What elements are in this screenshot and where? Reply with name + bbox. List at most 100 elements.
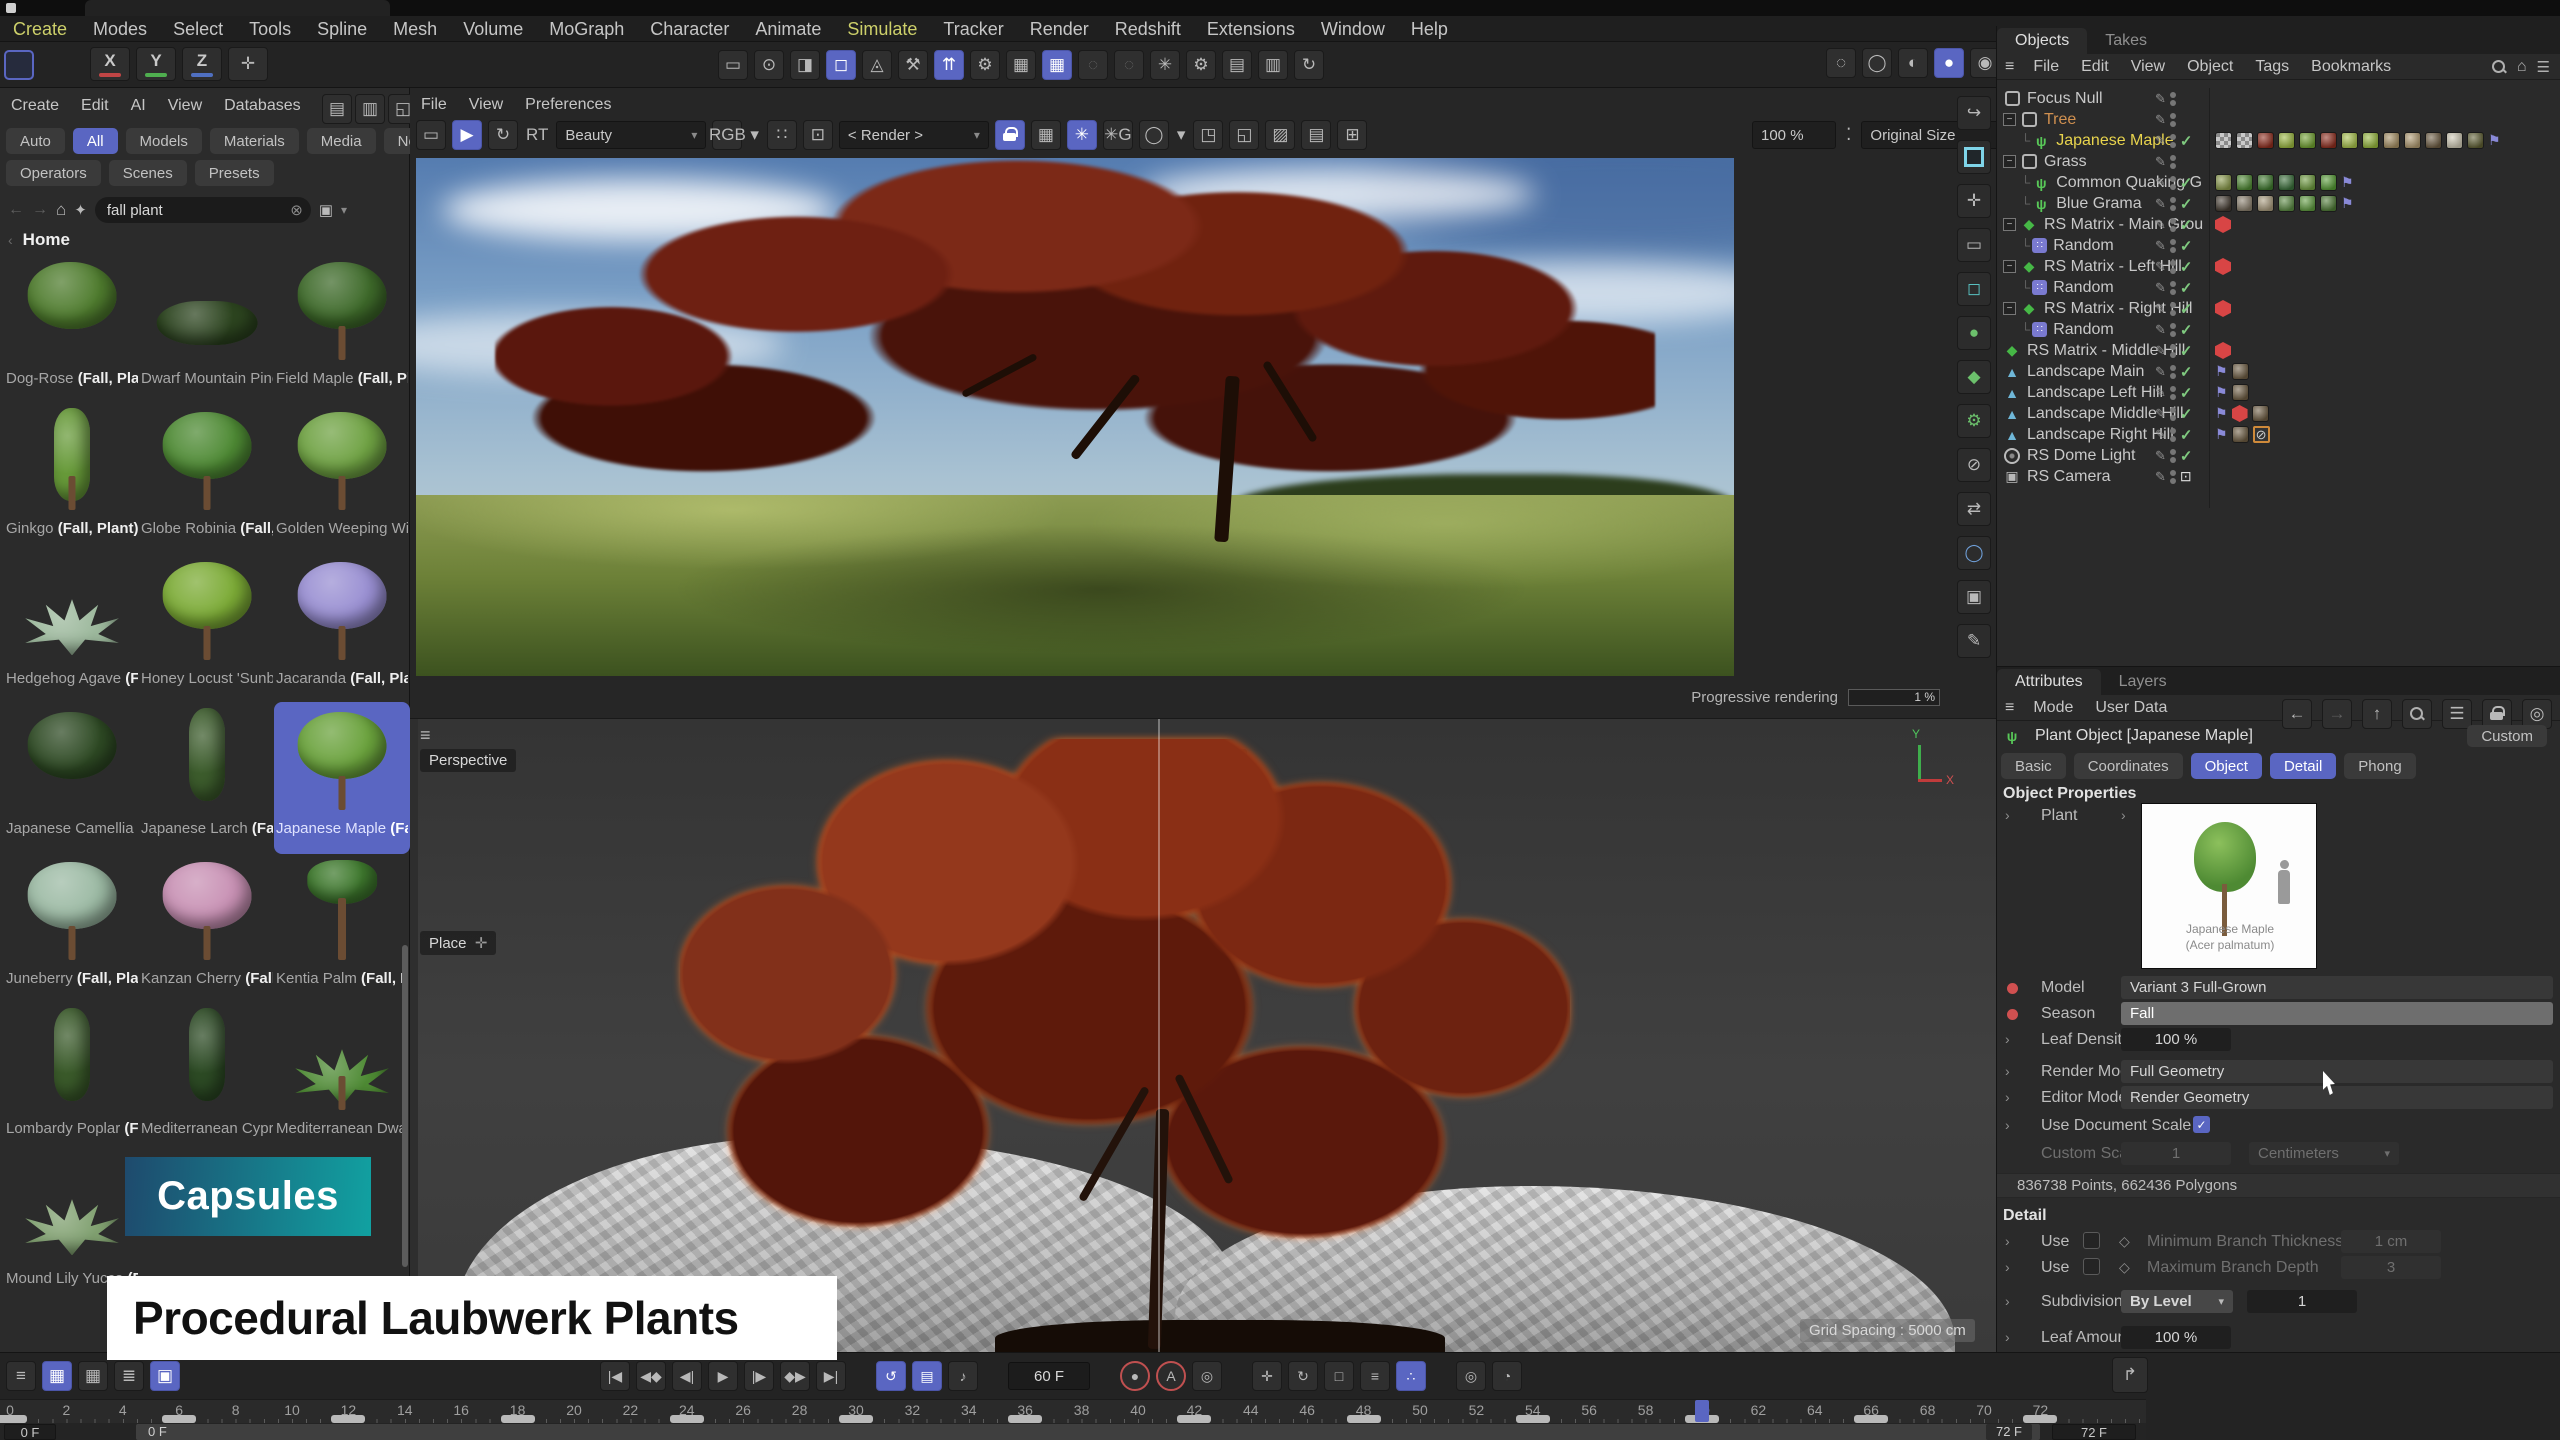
expander-icon[interactable]: − [2003, 155, 2016, 168]
layer-icon[interactable]: ✎ [2155, 406, 2166, 422]
prev-frame-button[interactable]: ◀| [672, 1361, 702, 1391]
menu-item-tags[interactable]: Tags [2244, 54, 2300, 80]
polygon-mode-icon[interactable]: ◐ [1898, 48, 1928, 78]
plant-chevron-icon[interactable]: › [2121, 807, 2126, 823]
channel-caret-icon[interactable]: ▾ [748, 120, 761, 150]
filter-chip-object[interactable]: Object [2191, 753, 2262, 779]
asset-item-ginkgo[interactable]: Ginkgo (Fall, Plant) [6, 406, 138, 537]
filter-chip-scenes[interactable]: Scenes [109, 160, 187, 186]
menu-item-view[interactable]: View [157, 93, 213, 119]
cube-tool-icon[interactable]: ◻ [826, 50, 856, 80]
expander-icon[interactable]: − [2003, 218, 2016, 231]
viewport-view-label[interactable]: Perspective [420, 749, 516, 772]
keyframe-marker[interactable] [331, 1415, 365, 1423]
plant-preview-image[interactable]: Japanese Maple (Acer palmatum) [2141, 803, 2317, 969]
filter-chip-coordinates[interactable]: Coordinates [2074, 753, 2183, 779]
render-target-icon[interactable]: ⊡ [2180, 468, 2192, 485]
annotation-flag-icon[interactable]: ⚑ [2215, 426, 2228, 443]
menu-item-file[interactable]: File [2022, 54, 2070, 80]
search-options-caret-icon[interactable]: ▾ [341, 203, 347, 217]
leaf-amount-expander-icon[interactable]: › [2005, 1329, 2010, 1345]
object-row-japanese-maple[interactable]: └ψJapanese Maple✎✓⚑ [1997, 130, 2560, 151]
use-max-expander-icon[interactable]: › [2005, 1259, 2010, 1275]
visibility-dots[interactable] [2170, 365, 2176, 379]
material-swatch[interactable] [2404, 132, 2421, 149]
goto-start-button[interactable]: |◀ [600, 1361, 630, 1391]
tools-icon[interactable]: ⚒ [898, 50, 928, 80]
enabled-check-icon[interactable]: ✓ [2180, 132, 2193, 150]
tab-attributes[interactable]: Attributes [1997, 669, 2101, 695]
layer-icon[interactable]: ✎ [2155, 91, 2166, 107]
x-axis-button[interactable]: X [90, 47, 130, 81]
panel-toggle-icon[interactable] [4, 50, 34, 80]
keyframe-marker[interactable] [1854, 1415, 1888, 1423]
object-row-rs-matrix-right-hill[interactable]: −◆RS Matrix - Right Hill✎✓ [1997, 298, 2560, 319]
season-key-dot[interactable] [2007, 1009, 2018, 1020]
dither-icon[interactable]: ∷ [767, 120, 797, 150]
menu-item-redshift[interactable]: Redshift [1102, 16, 1194, 42]
menu-item-edit[interactable]: Edit [2070, 54, 2120, 80]
loop-playback-button[interactable]: ↺ [876, 1361, 906, 1391]
visibility-dots[interactable] [2170, 113, 2176, 127]
menu-item-modes[interactable]: Modes [80, 16, 160, 42]
database-icon[interactable]: ▤ [322, 94, 352, 124]
object-row-landscape-right-hill[interactable]: ▲Landscape Right Hill✎✓⚑⊘ [1997, 424, 2560, 445]
render-settings-icon[interactable]: ◨ [790, 50, 820, 80]
tab-takes[interactable]: Takes [2087, 28, 2165, 54]
asset-scrollbar[interactable] [402, 945, 408, 1267]
use-min-checkbox[interactable]: ✓ [2083, 1232, 2100, 1249]
annotation-flag-icon[interactable]: ⚑ [2215, 384, 2228, 401]
object-row-landscape-left-hill[interactable]: ▲Landscape Left Hill✎✓⚑ [1997, 382, 2560, 403]
play-icon[interactable]: ▶ [452, 120, 482, 150]
reset-icon[interactable]: ↻ [1294, 50, 1324, 80]
menu-item-character[interactable]: Character [637, 16, 742, 42]
refresh-icon[interactable]: ↻ [488, 120, 518, 150]
object-row-random[interactable]: └∷Random✎✓ [1997, 235, 2560, 256]
region-frame-icon[interactable]: ◱ [1229, 120, 1259, 150]
redshift-tag-icon[interactable] [2215, 300, 2231, 317]
snapshot-icon[interactable]: ✳ [1067, 120, 1097, 150]
object-row-common-quaking-grass[interactable]: └ψCommon Quaking Grass✎✓⚑ [1997, 172, 2560, 193]
model-select[interactable]: Variant 3 Full-Grown [2121, 976, 2553, 999]
tab-layers[interactable]: Layers [2101, 669, 2185, 695]
layer-icon[interactable]: ✎ [2155, 343, 2166, 359]
visibility-dots[interactable] [2170, 344, 2176, 358]
use-max-checkbox[interactable]: ✓ [2083, 1258, 2100, 1275]
leaf-density-input[interactable]: 100 % [2121, 1028, 2231, 1051]
layer-icon[interactable]: ✎ [2155, 133, 2166, 149]
prev-key-button[interactable]: ◀◆ [636, 1361, 666, 1391]
visibility-dots[interactable] [2170, 470, 2176, 484]
keyframe-marker[interactable] [1516, 1415, 1550, 1423]
snapshot-global-icon[interactable]: ✳G [1103, 120, 1133, 150]
menu-icon[interactable]: ≡ [1997, 695, 2022, 721]
keyframe-marker[interactable] [2023, 1415, 2057, 1423]
layer-icon[interactable]: ✎ [2155, 469, 2166, 485]
material-tag[interactable] [2232, 384, 2249, 401]
enabled-check-icon[interactable]: ✓ [2180, 426, 2193, 444]
object-row-grass[interactable]: −Grass✎ [1997, 151, 2560, 172]
enabled-check-icon[interactable]: ✓ [2180, 279, 2193, 297]
material-swatch[interactable] [2425, 132, 2442, 149]
filter-chip-phong[interactable]: Phong [2344, 753, 2415, 779]
subdivision-mode-select[interactable]: By Level▾ [2121, 1290, 2233, 1313]
filter-chip-all[interactable]: All [73, 128, 118, 154]
material-swatch[interactable] [2278, 195, 2295, 212]
zoom-value[interactable]: 100 % [1752, 121, 1836, 149]
viewport-maple-tree[interactable] [680, 739, 1570, 1299]
material-swatch[interactable] [2383, 132, 2400, 149]
visibility-dots[interactable] [2170, 218, 2176, 232]
enabled-check-icon[interactable]: ✓ [2180, 447, 2193, 465]
breadcrumb[interactable]: Home [23, 230, 70, 250]
material-swatch[interactable] [2236, 195, 2253, 212]
editor-mode-expander-icon[interactable]: › [2005, 1089, 2010, 1105]
menu-item-edit[interactable]: Edit [70, 93, 120, 119]
material-swatch[interactable] [2278, 132, 2295, 149]
move-icon[interactable]: ✛ [1957, 184, 1991, 218]
material-swatch[interactable] [2215, 132, 2232, 149]
material-swatch[interactable] [2299, 132, 2316, 149]
snap-grid-icon[interactable]: ▦ [1042, 50, 1072, 80]
asset-item-field-maple[interactable]: Field Maple (Fall, Plant) [276, 256, 408, 387]
asset-item-japanese-larch[interactable]: Japanese Larch (Fall, Pl... [141, 706, 273, 837]
enabled-check-icon[interactable]: ✓ [2180, 405, 2193, 423]
layer-icon[interactable]: ✎ [2155, 112, 2166, 128]
